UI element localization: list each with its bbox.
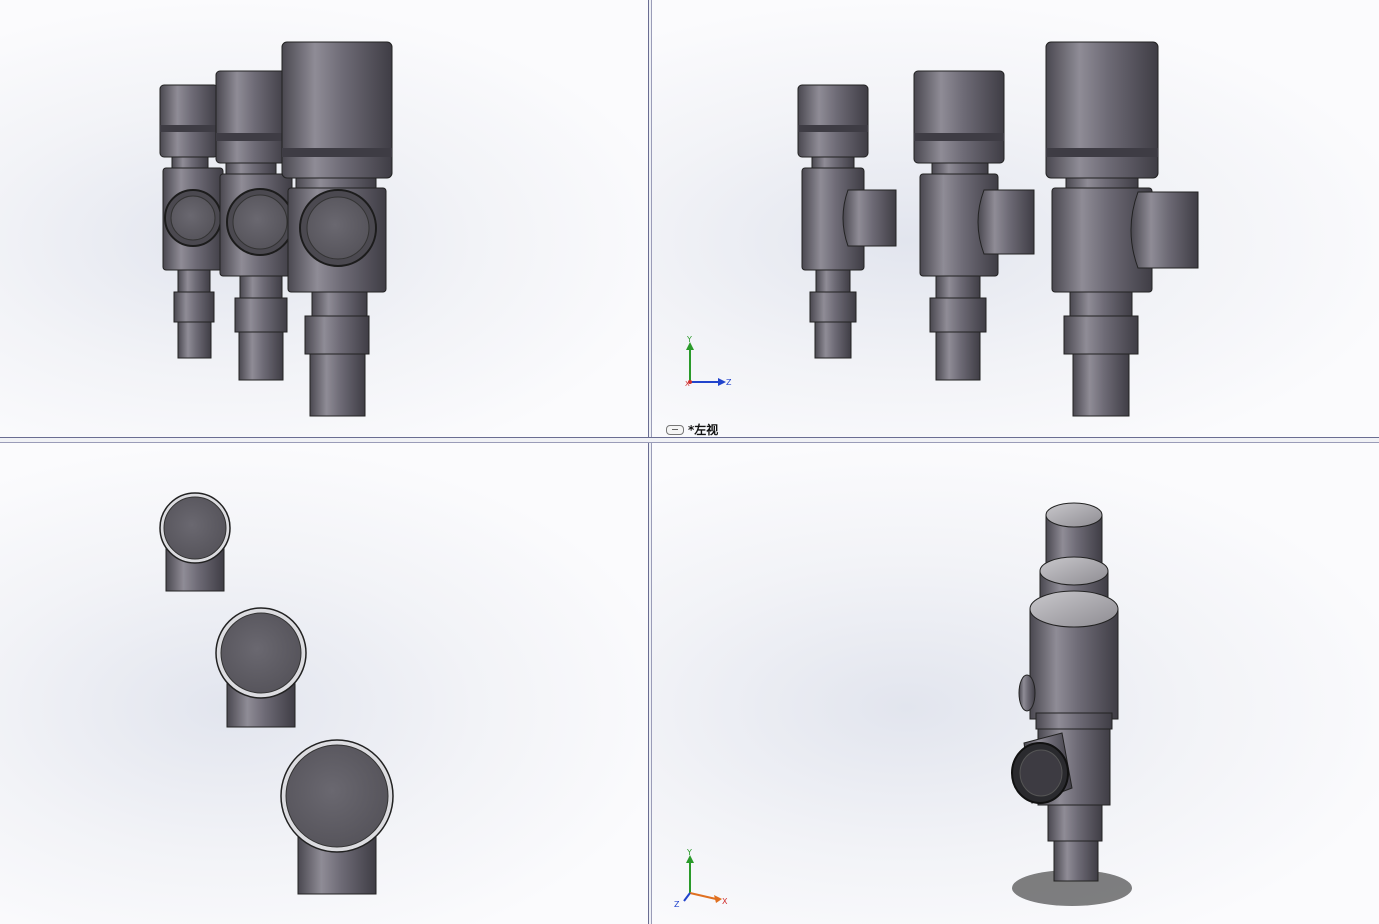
- coordinate-triad: Y Z X: [685, 335, 732, 388]
- coordinate-triad-iso: Y X Z: [674, 848, 728, 909]
- valve-small-side: [797, 84, 897, 359]
- axis-z-label: Z: [674, 900, 680, 909]
- top-view-model: [159, 492, 394, 895]
- view-name-text: *左视: [688, 423, 719, 437]
- viewport-splitter-horizontal[interactable]: [0, 437, 1379, 443]
- valve-large-side: [1045, 41, 1199, 417]
- axis-x-label: X: [685, 380, 690, 388]
- view-name-label: *左视: [666, 421, 718, 437]
- axis-y-label: Y: [686, 848, 692, 857]
- viewport-splitter-vertical[interactable]: [648, 0, 652, 924]
- front-view-model: [159, 41, 393, 417]
- left-view-model: Y Z X: [685, 41, 1199, 417]
- valve-front: [1011, 590, 1119, 882]
- iso-view-model: Y X Z: [674, 502, 1132, 909]
- valve-small-top: [159, 492, 231, 592]
- valve-medium-top: [215, 607, 307, 728]
- axis-y-label: Y: [686, 335, 692, 344]
- viewport-iso[interactable]: Y X Z: [652, 443, 1379, 924]
- valve-back: [1045, 502, 1103, 566]
- viewport-left[interactable]: Y Z X *左视: [652, 0, 1379, 437]
- valve-medium-side: [913, 70, 1035, 381]
- valve-large-top: [280, 739, 394, 895]
- valve-medium: [215, 70, 294, 381]
- valve-large: [281, 41, 393, 417]
- viewport-top[interactable]: [0, 443, 648, 924]
- axis-z-label: Z: [726, 378, 732, 387]
- viewport-front[interactable]: [0, 0, 648, 437]
- axis-x-label: X: [722, 897, 728, 906]
- link-views-icon[interactable]: [666, 424, 684, 435]
- valve-small: [159, 84, 224, 359]
